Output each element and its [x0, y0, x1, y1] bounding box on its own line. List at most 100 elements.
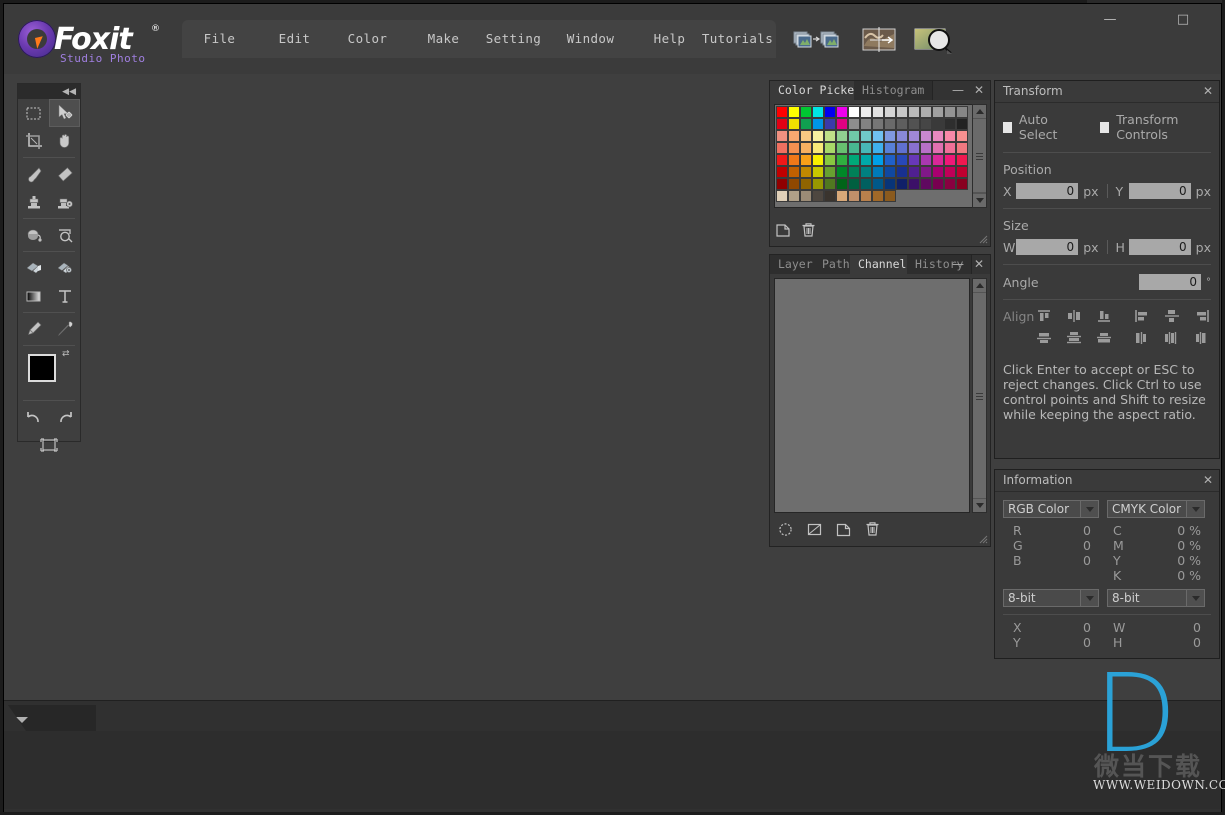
color-swatch[interactable] [824, 118, 836, 130]
distribute-left-icon[interactable] [1132, 330, 1152, 346]
color-swatch[interactable] [800, 190, 812, 202]
size-h-input[interactable] [1128, 239, 1191, 255]
color-swatch[interactable] [896, 106, 908, 118]
color-swatch[interactable] [944, 178, 956, 190]
color-swatch[interactable] [788, 154, 800, 166]
delete-swatch-button[interactable] [801, 222, 816, 242]
angle-input[interactable] [1139, 274, 1201, 290]
distribute-top-icon[interactable] [1034, 330, 1054, 346]
color-swatch[interactable] [920, 106, 932, 118]
align-vertical-center-icon[interactable] [1064, 308, 1084, 324]
color-swatch[interactable] [788, 166, 800, 178]
channel-list[interactable] [774, 278, 970, 513]
color-swatch[interactable] [848, 142, 860, 154]
layer-panel-close[interactable]: ✕ [974, 257, 984, 271]
color-swatch[interactable] [812, 118, 824, 130]
color-swatch[interactable] [896, 118, 908, 130]
chevron-down-icon[interactable] [1080, 590, 1098, 606]
chevron-down-icon[interactable] [1186, 590, 1204, 606]
color-swatch[interactable] [944, 106, 956, 118]
pen-tool[interactable] [18, 315, 49, 343]
color-swatch[interactable] [848, 118, 860, 130]
redo-tool[interactable] [49, 403, 80, 431]
color-swatch[interactable] [884, 178, 896, 190]
color-swatch[interactable] [944, 130, 956, 142]
color-swatch[interactable] [776, 190, 788, 202]
color-swatch[interactable] [812, 190, 824, 202]
color-swatch[interactable] [872, 106, 884, 118]
color-swatch[interactable] [824, 166, 836, 178]
color-swatch[interactable] [956, 142, 968, 154]
transform-panel-close[interactable]: ✕ [1203, 84, 1213, 98]
new-swatch-button[interactable] [776, 222, 791, 242]
chevron-down-icon[interactable] [1080, 501, 1098, 517]
color-swatch[interactable] [800, 154, 812, 166]
color-swatch[interactable] [800, 166, 812, 178]
color-swatch[interactable] [824, 154, 836, 166]
color-swatch[interactable] [944, 166, 956, 178]
blur-tool[interactable] [18, 254, 49, 282]
sharpen-tool[interactable] [49, 254, 80, 282]
color-swatch[interactable] [908, 166, 920, 178]
color-swatch[interactable] [824, 106, 836, 118]
color-swatch[interactable] [884, 106, 896, 118]
color-swatch[interactable] [800, 130, 812, 142]
color-swatch[interactable] [956, 118, 968, 130]
tool-palette-header[interactable]: ◀◀ [18, 84, 80, 99]
color-swatch[interactable] [848, 190, 860, 202]
color-swatch[interactable] [920, 130, 932, 142]
color-picker-close[interactable]: ✕ [974, 83, 984, 97]
color-swatch[interactable] [884, 166, 896, 178]
color-swatch[interactable] [932, 142, 944, 154]
color-swatch[interactable] [872, 190, 884, 202]
scroll-down-button[interactable] [973, 194, 986, 207]
menu-item-make[interactable]: Make [406, 20, 481, 58]
cmyk-mode-select[interactable]: CMYK Color [1107, 500, 1205, 518]
color-swatch[interactable] [836, 190, 848, 202]
color-swatch[interactable] [908, 142, 920, 154]
color-swatch[interactable] [956, 178, 968, 190]
color-swatch[interactable] [908, 130, 920, 142]
color-swatch[interactable] [956, 166, 968, 178]
scroll-up-button[interactable] [973, 105, 986, 118]
brush-tool[interactable] [18, 160, 49, 188]
add-mask-button[interactable] [807, 522, 822, 541]
menu-item-window[interactable]: Window [553, 20, 628, 58]
color-swatch[interactable] [956, 106, 968, 118]
color-swatch[interactable] [920, 118, 932, 130]
color-swatch[interactable] [920, 166, 932, 178]
color-swatch[interactable] [896, 178, 908, 190]
color-swatch[interactable] [824, 130, 836, 142]
color-swatch[interactable] [872, 130, 884, 142]
distribute-right-icon[interactable] [1192, 330, 1212, 346]
color-swatch[interactable] [932, 118, 944, 130]
color-swatch[interactable] [884, 142, 896, 154]
move-tool[interactable] [49, 99, 80, 127]
color-swatch[interactable] [776, 106, 788, 118]
color-swatch[interactable] [860, 190, 872, 202]
color-picker-minimize[interactable]: — [952, 83, 964, 97]
swap-colors-icon[interactable]: ⇄ [62, 349, 70, 359]
color-swatch[interactable] [800, 106, 812, 118]
distribute-bottom-icon[interactable] [1094, 330, 1114, 346]
load-selection-button[interactable] [778, 522, 793, 541]
color-swatch[interactable] [824, 178, 836, 190]
gradient-tool[interactable] [18, 282, 49, 310]
color-swatch[interactable] [872, 142, 884, 154]
color-swatch[interactable] [836, 118, 848, 130]
color-swatch[interactable] [776, 142, 788, 154]
menu-item-file[interactable]: File [182, 20, 257, 58]
color-swatch[interactable] [836, 142, 848, 154]
type-tool[interactable] [49, 282, 80, 310]
transform-controls-checkbox[interactable] [1100, 121, 1110, 133]
scrollbar-thumb[interactable] [973, 293, 986, 498]
color-swatch[interactable] [908, 106, 920, 118]
align-right-icon[interactable] [1192, 308, 1212, 324]
menu-item-setting[interactable]: Setting [476, 20, 551, 58]
transform-tool[interactable] [34, 431, 65, 459]
color-swatch[interactable] [920, 154, 932, 166]
layer-panel-scrollbar[interactable] [972, 278, 987, 513]
color-swatch[interactable] [920, 178, 932, 190]
minimize-button[interactable]: — [1089, 8, 1131, 32]
auto-select-checkbox[interactable] [1003, 121, 1012, 133]
